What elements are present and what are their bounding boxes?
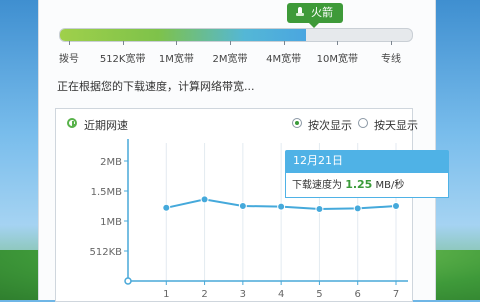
chart-x-tick-label: 3: [240, 289, 246, 299]
chart-data-point: [200, 195, 209, 204]
speed-tooltip: 12月21日 下载速度为 1.25 MB/秒: [285, 150, 449, 200]
chart-x-tick-label: 1: [163, 289, 169, 299]
tooltip-speed-label: 下载速度为: [292, 180, 342, 191]
clock-icon: [67, 118, 77, 128]
speed-bar-tick: [391, 41, 392, 45]
chart-x-tick-label: 2: [201, 289, 207, 299]
speed-bar-label: 专线: [381, 54, 401, 65]
speed-bar-label: 10M宽带: [316, 54, 359, 65]
chart-x-tick-label: 7: [393, 289, 399, 299]
speed-level-label: 火箭: [311, 6, 333, 19]
chart-x-tick-label: 4: [278, 289, 284, 299]
speed-bar-label: 拨号: [59, 54, 79, 65]
chart-data-point: [238, 202, 247, 210]
chart-y-tick-label: 2MB: [100, 157, 122, 168]
tooltip-body: 下载速度为 1.25 MB/秒: [285, 172, 449, 198]
chart-x-tick-label: 5: [316, 289, 322, 299]
speed-bar-tick: [337, 41, 339, 45]
tooltip-date: 12月21日: [285, 150, 449, 172]
radio-by-count[interactable]: [292, 118, 302, 128]
radio-by-day[interactable]: [358, 118, 368, 128]
tooltip-speed-value: 1.25: [345, 178, 373, 191]
speed-bar-fill: [60, 29, 307, 41]
chart-x-tick-label: 6: [355, 289, 361, 299]
speed-level-badge: 火箭: [287, 3, 343, 28]
chart-data-point: [392, 202, 400, 210]
speed-test-window: 火箭 拨号 512K宽带 1M宽带 2M宽带 4M宽带 10M宽带 专线 正在根据您的下载速…: [38, 0, 449, 302]
chart-data-point: [315, 205, 324, 213]
tooltip-speed-unit: MB/秒: [375, 180, 405, 191]
speed-bar-ticks: [59, 41, 411, 47]
chart-data-point: [353, 204, 362, 213]
speed-bar-track: [59, 28, 413, 42]
speed-bar-labels: 拨号 512K宽带 1M宽带 2M宽带 4M宽带 10M宽带 专线: [39, 50, 435, 66]
speed-bar-label: 2M宽带: [212, 54, 248, 65]
chart-y-tick-label: 512KB: [89, 247, 122, 258]
radio-by-count-label[interactable]: 按次显示: [308, 117, 352, 133]
panel-title: 近期网速: [84, 119, 128, 132]
panel-header: 近期网速 按次显示 按天显示: [56, 109, 418, 135]
status-text: 正在根据您的下载速度，计算网络带宽...: [57, 80, 255, 93]
speed-bar-tick: [69, 41, 70, 45]
chart-data-point: [277, 202, 286, 211]
recent-speed-panel: 近期网速 按次显示 按天显示 512KB 1MB 1.5MB 2MB 1 2 3 4 5 6 7: [55, 108, 418, 302]
speed-bar-tick: [176, 41, 178, 45]
speed-bar-label: 1M宽带: [158, 54, 194, 65]
chart-data-point: [162, 203, 171, 212]
chart-y-tick-label: 1MB: [100, 217, 122, 228]
speed-bar-label: 4M宽带: [266, 54, 302, 65]
speed-bar-tick: [283, 41, 285, 45]
chart-origin-marker: [124, 277, 132, 285]
chart-y-tick-label: 1.5MB: [91, 187, 123, 198]
speed-bar-label: 512K宽带: [99, 54, 146, 65]
radio-by-day-label[interactable]: 按天显示: [374, 117, 418, 133]
rocket-icon: [295, 7, 305, 19]
speed-bar-tick: [230, 41, 231, 45]
speed-bar-tick: [122, 41, 124, 45]
